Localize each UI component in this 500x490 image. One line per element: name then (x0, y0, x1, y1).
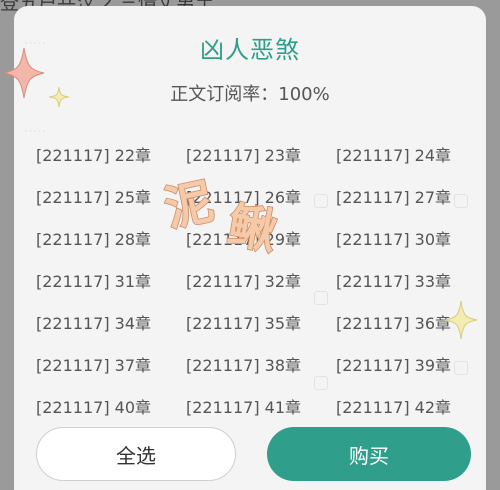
chapter-item[interactable]: [221117] 30章 (336, 226, 451, 250)
chapter-item[interactable]: [221117] 35章 (186, 310, 301, 334)
chapter-item[interactable]: [221117] 33章 (336, 268, 451, 292)
sparkle-icon (48, 86, 70, 108)
chapter-item[interactable]: [221117] 36章 (336, 310, 451, 334)
svg-text:鳅: 鳅 (224, 197, 281, 260)
watermark-logo: 泥 鳅 (160, 172, 281, 260)
faint-lock-icon (454, 194, 468, 208)
chapter-item[interactable]: [221117] 25章 (36, 184, 151, 208)
buy-button[interactable]: 购买 (267, 427, 471, 481)
chapter-item[interactable]: [221117] 41章 (186, 394, 301, 418)
chapter-item[interactable]: [221117] 22章 (36, 142, 151, 166)
faint-lock-icon (454, 361, 468, 375)
book-title: 凶人恶煞 (200, 36, 300, 64)
faint-text: ····· (24, 124, 47, 140)
chapter-item[interactable]: [221117] 28章 (36, 226, 151, 250)
chapter-item[interactable]: [221117] 31章 (36, 268, 151, 292)
chapter-item[interactable]: [221117] 34章 (36, 310, 151, 334)
chapter-item[interactable]: [221117] 42章 (336, 394, 451, 418)
chapter-item[interactable]: [221117] 37章 (36, 352, 151, 376)
faint-lock-icon (314, 291, 328, 305)
sparkle-icon (3, 47, 45, 99)
sparkle-icon (444, 300, 478, 340)
faint-lock-icon (314, 194, 328, 208)
subscription-rate: 正文订阅率：100% (170, 84, 330, 105)
chapter-item[interactable]: [221117] 32章 (186, 268, 301, 292)
chapter-item[interactable]: [221117] 27章 (336, 184, 451, 208)
select-all-button[interactable]: 全选 (36, 427, 236, 481)
chapter-item[interactable]: [221117] 40章 (36, 394, 151, 418)
chapter-item[interactable]: [221117] 39章 (336, 352, 451, 376)
svg-text:泥: 泥 (160, 173, 218, 238)
chapter-item[interactable]: [221117] 24章 (336, 142, 451, 166)
chapter-item[interactable]: [221117] 38章 (186, 352, 301, 376)
faint-lock-icon (314, 376, 328, 390)
